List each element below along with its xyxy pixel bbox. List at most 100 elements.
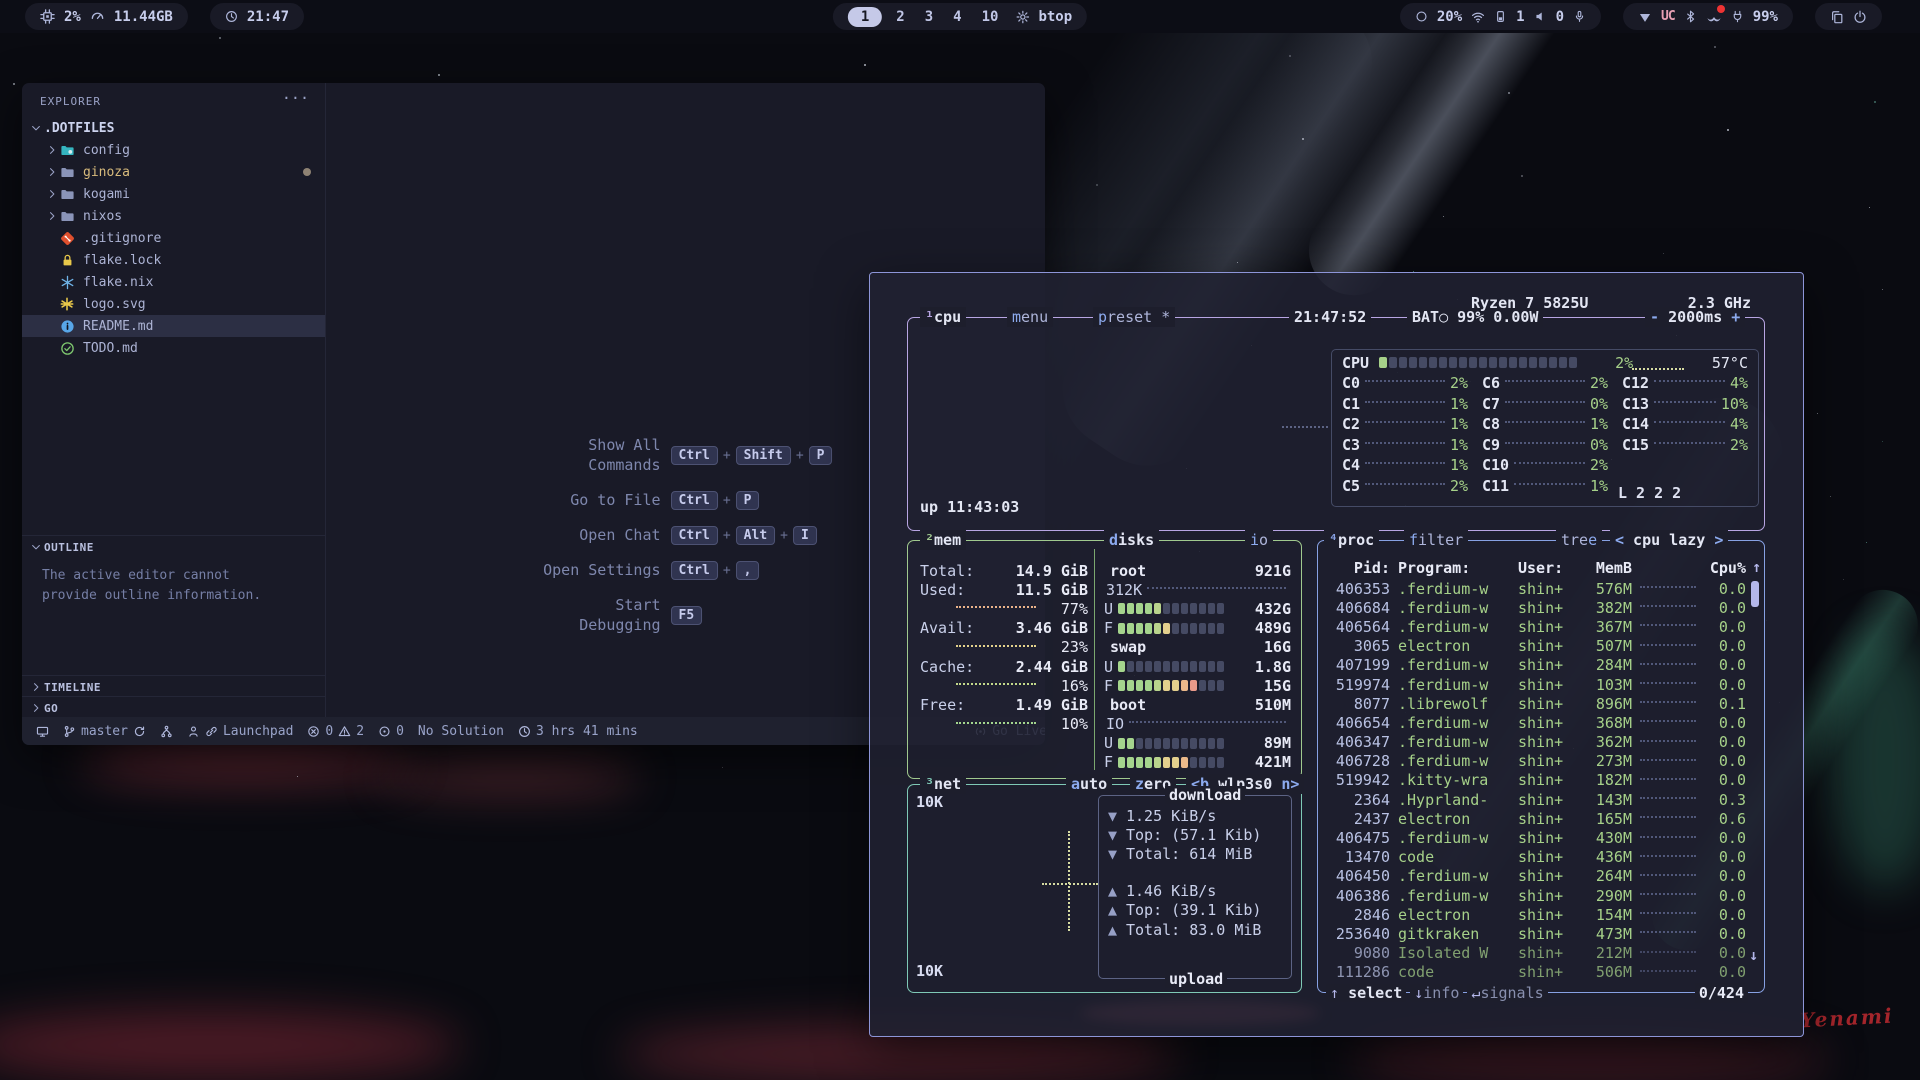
explorer-actions-button[interactable]: ···: [282, 89, 309, 107]
go-header[interactable]: GO: [22, 697, 325, 719]
process-row[interactable]: 406386.ferdium-wshin+290M0.0: [1326, 886, 1750, 905]
process-row[interactable]: 406684.ferdium-wshin+382M0.0: [1326, 598, 1750, 617]
meter-block: [1459, 357, 1467, 368]
time-tracker[interactable]: 3 hrs 41 mins: [514, 724, 642, 739]
core-graph-dots: [1505, 442, 1585, 444]
tray-pill[interactable]: UC 99%: [1623, 3, 1793, 30]
go-title: GO: [44, 702, 58, 715]
workspace-button-2[interactable]: 2: [888, 9, 912, 25]
process-row[interactable]: 253640gitkrakenshin+473M0.0: [1326, 924, 1750, 943]
proc-tree-toggle[interactable]: tree: [1556, 530, 1602, 550]
process-row[interactable]: 406728.ferdium-wshin+273M0.0: [1326, 752, 1750, 771]
process-row[interactable]: 406654.ferdium-wshin+368M0.0: [1326, 713, 1750, 732]
meter-block: [1118, 680, 1125, 691]
core-row: C152%: [1622, 435, 1748, 456]
core-pct: 2%: [1730, 436, 1748, 454]
process-row[interactable]: 2846electronshin+154M0.0: [1326, 905, 1750, 924]
proc-cpu: 0.0: [1704, 963, 1746, 981]
process-row[interactable]: 111286codeshin+506M0.0: [1326, 963, 1750, 982]
process-row[interactable]: 407199.ferdium-wshin+284M0.0: [1326, 656, 1750, 675]
disk-free-row: F15G: [1104, 676, 1291, 695]
workspace-button-4[interactable]: 4: [945, 9, 969, 25]
workspace-button-1[interactable]: 1: [848, 7, 882, 27]
git-branch-icon: [63, 725, 76, 738]
process-row[interactable]: 2437electronshin+165M0.6: [1326, 809, 1750, 828]
disk-root[interactable]: root921G: [1104, 561, 1291, 580]
meter-block: [1208, 757, 1215, 768]
tray-app-icon[interactable]: [1706, 9, 1722, 25]
io-toggle[interactable]: io: [1245, 530, 1273, 550]
signals-hint[interactable]: ↵signals: [1467, 984, 1547, 1002]
tree-item-config[interactable]: config: [22, 139, 325, 161]
tree-item-logo-svg[interactable]: logo.svg: [22, 293, 325, 315]
process-row[interactable]: 406347.ferdium-wshin+362M0.0: [1326, 733, 1750, 752]
solution-status[interactable]: No Solution: [414, 724, 508, 739]
tree-item-label: .gitignore: [83, 231, 161, 246]
disk-swap[interactable]: swap16G: [1104, 638, 1291, 657]
workspace-button-3[interactable]: 3: [917, 9, 941, 25]
process-row[interactable]: 9080Isolated Wshin+212M0.0: [1326, 944, 1750, 963]
tree-item-nixos[interactable]: nixos: [22, 205, 325, 227]
session-pill[interactable]: [1815, 3, 1882, 30]
tree-item-flake-nix[interactable]: flake.nix: [22, 271, 325, 293]
plus-separator: +: [723, 563, 731, 578]
process-row[interactable]: 13470codeshin+436M0.0: [1326, 848, 1750, 867]
ports-button[interactable]: 0: [374, 724, 408, 739]
system-stats-pill[interactable]: 2% 11.44GB: [25, 3, 188, 30]
proc-table-header[interactable]: Pid: Program: User: MemB Cpu%: [1326, 558, 1750, 577]
clock-pill[interactable]: 21:47: [210, 3, 304, 30]
ports-icon: [378, 725, 391, 738]
meter-block: [1145, 661, 1152, 672]
key-chip: Alt: [736, 526, 775, 545]
outline-header[interactable]: OUTLINE: [22, 536, 325, 558]
process-row[interactable]: 519942.kitty-wrashin+182M0.0: [1326, 771, 1750, 790]
process-row[interactable]: 519974.ferdium-wshin+103M0.0: [1326, 675, 1750, 694]
meter-block: [1154, 757, 1161, 768]
disk-boot[interactable]: boot510M: [1104, 695, 1291, 714]
meter-block: [1136, 680, 1143, 691]
git-branch-button[interactable]: master: [59, 724, 150, 739]
proc-sort-control[interactable]: < cpu lazy >: [1610, 530, 1728, 550]
power-icon[interactable]: [1853, 10, 1867, 24]
process-row[interactable]: 406450.ferdium-wshin+264M0.0: [1326, 867, 1750, 886]
process-row[interactable]: 3065electronshin+507M0.0: [1326, 637, 1750, 656]
tree-item-todo-md[interactable]: TODO.md: [22, 337, 325, 359]
launchpad-button[interactable]: Launchpad: [183, 724, 297, 739]
process-row[interactable]: 8077.librewolfshin+896M0.1: [1326, 694, 1750, 713]
proc-filter-button[interactable]: filter: [1404, 530, 1468, 550]
tree-root-dotfiles[interactable]: .DOTFILES: [22, 117, 325, 139]
meter-block: [1399, 357, 1407, 368]
info-hint[interactable]: ↓info: [1410, 984, 1463, 1002]
meter-block: [1127, 661, 1134, 672]
timeline-header[interactable]: TIMELINE: [22, 676, 325, 698]
problems-button[interactable]: 0 2: [303, 724, 368, 739]
meter-block: [1172, 680, 1179, 691]
remote-window-button[interactable]: [32, 725, 53, 738]
proc-graph-dots: [1640, 585, 1696, 588]
process-row[interactable]: 406353.ferdium-wshin+576M0.0: [1326, 579, 1750, 598]
clipboard-icon[interactable]: [1830, 10, 1844, 24]
tree-item-ginoza[interactable]: ginoza: [22, 161, 325, 183]
disks-toggle[interactable]: disks: [1104, 530, 1159, 550]
proc-scrollbar[interactable]: [1751, 581, 1759, 607]
core-row: C81%: [1482, 414, 1608, 435]
preset-button[interactable]: preset *: [1093, 307, 1175, 327]
tree-item-kogami[interactable]: kogami: [22, 183, 325, 205]
fork-status-button[interactable]: [156, 725, 177, 738]
core-row: C1310%: [1622, 394, 1748, 415]
hardware-status-pill[interactable]: 20% 1 0: [1400, 3, 1601, 30]
select-hint[interactable]: ↑ select: [1326, 984, 1406, 1002]
proc-mem: 896M: [1586, 695, 1632, 713]
tree-item-readme-md[interactable]: README.md: [22, 315, 325, 337]
tree-item--gitignore[interactable]: .gitignore: [22, 227, 325, 249]
net-auto-toggle[interactable]: auto: [1066, 774, 1112, 794]
menu-button[interactable]: menu: [1007, 307, 1053, 327]
mem-pct-row: 10%: [920, 715, 1088, 734]
process-row[interactable]: 406475.ferdium-wshin+430M0.0: [1326, 828, 1750, 847]
meter-block: [1217, 623, 1224, 634]
process-row[interactable]: 406564.ferdium-wshin+367M0.0: [1326, 617, 1750, 636]
proc-cpu: 0.0: [1704, 656, 1746, 674]
tree-item-flake-lock[interactable]: flake.lock: [22, 249, 325, 271]
workspace-button-10[interactable]: 10: [974, 9, 1007, 25]
process-row[interactable]: 2364.Hyprland-shin+143M0.3: [1326, 790, 1750, 809]
